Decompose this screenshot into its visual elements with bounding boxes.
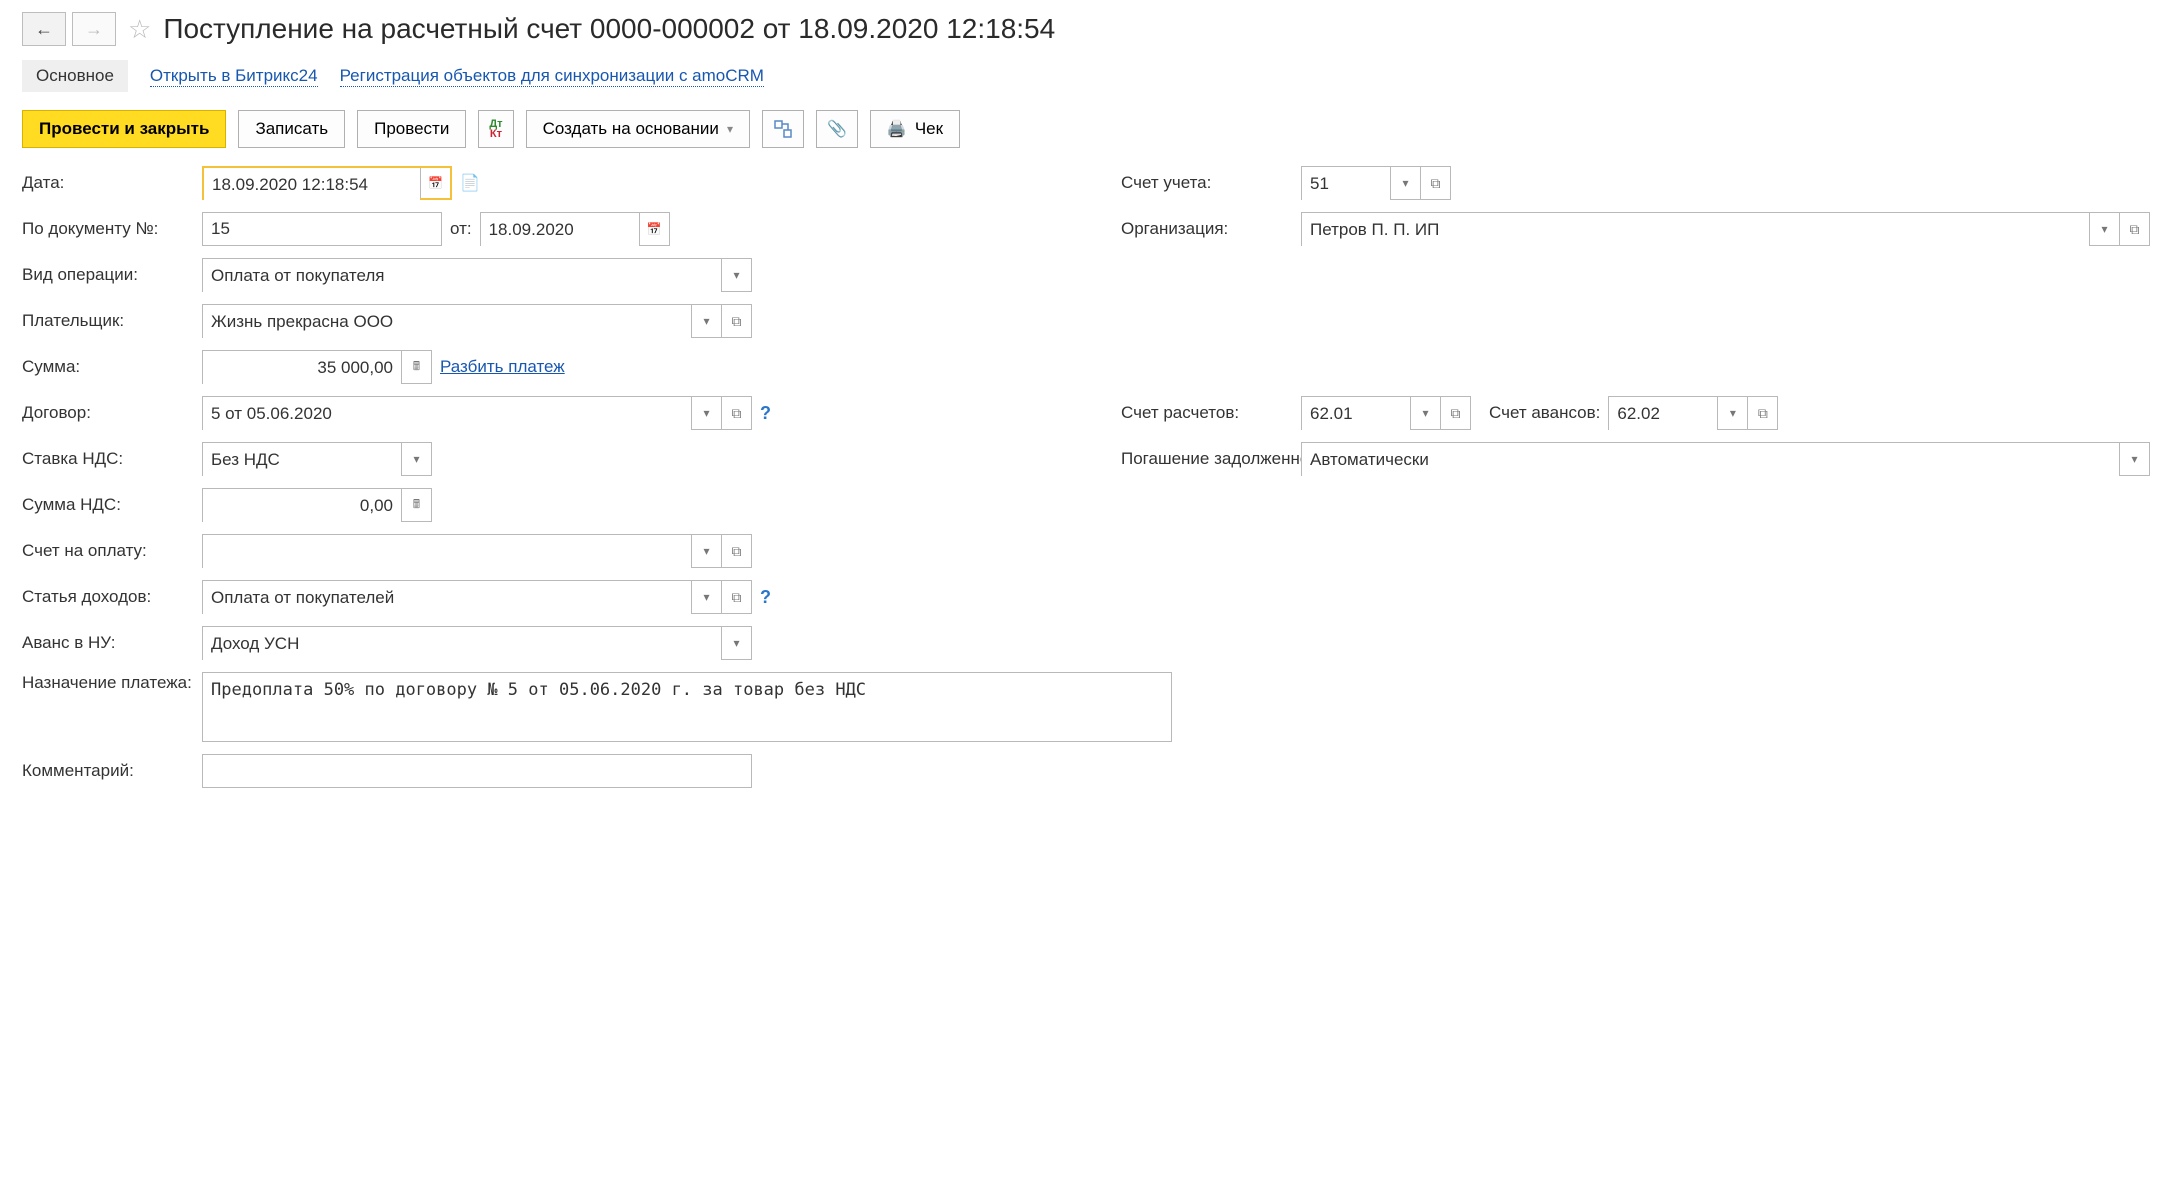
- tab-main[interactable]: Основное: [22, 60, 128, 92]
- label-comment: Комментарий:: [22, 761, 192, 781]
- label-purpose: Назначение платежа:: [22, 672, 192, 694]
- tab-amocrm[interactable]: Регистрация объектов для синхронизации с…: [340, 66, 764, 87]
- create-on-basis-button[interactable]: Создать на основании ▾: [526, 110, 750, 148]
- paperclip-icon: 📎: [827, 119, 847, 139]
- doc-date-input[interactable]: [481, 213, 639, 247]
- chevron-down-icon[interactable]: ▾: [721, 627, 751, 659]
- settle-acc-input[interactable]: [1302, 397, 1410, 431]
- help-icon[interactable]: ?: [760, 587, 771, 608]
- label-vat-sum: Сумма НДС:: [22, 495, 192, 515]
- favorite-icon[interactable]: ☆: [122, 14, 157, 45]
- help-icon[interactable]: ?: [760, 403, 771, 424]
- chevron-down-icon[interactable]: ▾: [1717, 397, 1747, 429]
- open-icon[interactable]: ⧉: [1747, 397, 1777, 429]
- label-from: от:: [450, 219, 472, 239]
- chevron-down-icon[interactable]: ▾: [691, 535, 721, 567]
- dtkt-icon: ДтКт: [489, 119, 502, 139]
- related-icon: [773, 119, 793, 139]
- payer-input[interactable]: [203, 305, 691, 339]
- order-icon[interactable]: 📄: [460, 173, 480, 193]
- invoice-input[interactable]: [203, 535, 691, 569]
- open-icon[interactable]: ⧉: [721, 581, 751, 613]
- label-advance-acc: Счет авансов:: [1489, 403, 1600, 423]
- label-settle-acc: Счет расчетов:: [1121, 403, 1291, 423]
- chevron-down-icon[interactable]: ▾: [2119, 443, 2149, 475]
- label-op-type: Вид операции:: [22, 265, 192, 285]
- label-invoice: Счет на оплату:: [22, 541, 192, 561]
- vat-sum-input[interactable]: [203, 489, 401, 523]
- advance-nu-input[interactable]: [203, 627, 721, 661]
- label-org: Организация:: [1121, 219, 1291, 239]
- income-item-input[interactable]: [203, 581, 691, 615]
- contract-input[interactable]: [203, 397, 691, 431]
- split-payment-link[interactable]: Разбить платеж: [440, 357, 565, 377]
- label-account: Счет учета:: [1121, 173, 1291, 193]
- chevron-down-icon[interactable]: ▾: [691, 305, 721, 337]
- date-input[interactable]: [204, 168, 420, 202]
- advance-acc-input[interactable]: [1609, 397, 1717, 431]
- chevron-down-icon[interactable]: ▾: [691, 397, 721, 429]
- debt-input[interactable]: [1302, 443, 2119, 477]
- open-icon[interactable]: ⧉: [721, 535, 751, 567]
- calculator-icon[interactable]: 🖩: [401, 489, 431, 521]
- back-button[interactable]: ←: [22, 12, 66, 46]
- label-contract: Договор:: [22, 403, 192, 423]
- chevron-down-icon[interactable]: ▾: [2089, 213, 2119, 245]
- purpose-textarea[interactable]: [202, 672, 1172, 742]
- org-input[interactable]: [1302, 213, 2089, 247]
- sum-input[interactable]: [203, 351, 401, 385]
- page-title: Поступление на расчетный счет 0000-00000…: [163, 13, 1055, 45]
- post-button[interactable]: Провести: [357, 110, 466, 148]
- post-and-close-button[interactable]: Провести и закрыть: [22, 110, 226, 148]
- calendar-icon[interactable]: 📅: [420, 168, 450, 198]
- attach-button[interactable]: 📎: [816, 110, 858, 148]
- label-date: Дата:: [22, 173, 192, 193]
- label-vat-rate: Ставка НДС:: [22, 449, 192, 469]
- debit-credit-button[interactable]: ДтКт: [478, 110, 513, 148]
- chevron-down-icon[interactable]: ▾: [1390, 167, 1420, 199]
- open-icon[interactable]: ⧉: [1440, 397, 1470, 429]
- label-payer: Плательщик:: [22, 311, 192, 331]
- tab-bitrix[interactable]: Открыть в Битрикс24: [150, 66, 318, 87]
- calendar-icon[interactable]: 📅: [639, 213, 669, 245]
- doc-no-input[interactable]: [202, 212, 442, 246]
- chevron-down-icon[interactable]: ▾: [401, 443, 431, 475]
- comment-input[interactable]: [202, 754, 752, 788]
- chevron-down-icon[interactable]: ▾: [721, 259, 751, 291]
- label-debt: Погашение задолженности:: [1121, 449, 1291, 469]
- related-docs-button[interactable]: [762, 110, 804, 148]
- op-type-input[interactable]: [203, 259, 721, 293]
- chevron-down-icon: ▾: [727, 122, 733, 136]
- forward-button[interactable]: →: [72, 12, 116, 46]
- open-icon[interactable]: ⧉: [721, 397, 751, 429]
- calculator-icon[interactable]: 🖩: [401, 351, 431, 383]
- account-input[interactable]: [1302, 167, 1390, 201]
- save-button[interactable]: Записать: [238, 110, 345, 148]
- vat-rate-input[interactable]: [203, 443, 401, 477]
- chevron-down-icon[interactable]: ▾: [691, 581, 721, 613]
- open-icon[interactable]: ⧉: [1420, 167, 1450, 199]
- label-income-item: Статья доходов:: [22, 587, 192, 607]
- label-doc-no: По документу №:: [22, 219, 192, 239]
- label-sum: Сумма:: [22, 357, 192, 377]
- check-button[interactable]: 🖨️ Чек: [870, 110, 960, 148]
- label-advance-nu: Аванс в НУ:: [22, 633, 192, 653]
- open-icon[interactable]: ⧉: [2119, 213, 2149, 245]
- open-icon[interactable]: ⧉: [721, 305, 751, 337]
- chevron-down-icon[interactable]: ▾: [1410, 397, 1440, 429]
- receipt-icon: 🖨️: [887, 119, 907, 139]
